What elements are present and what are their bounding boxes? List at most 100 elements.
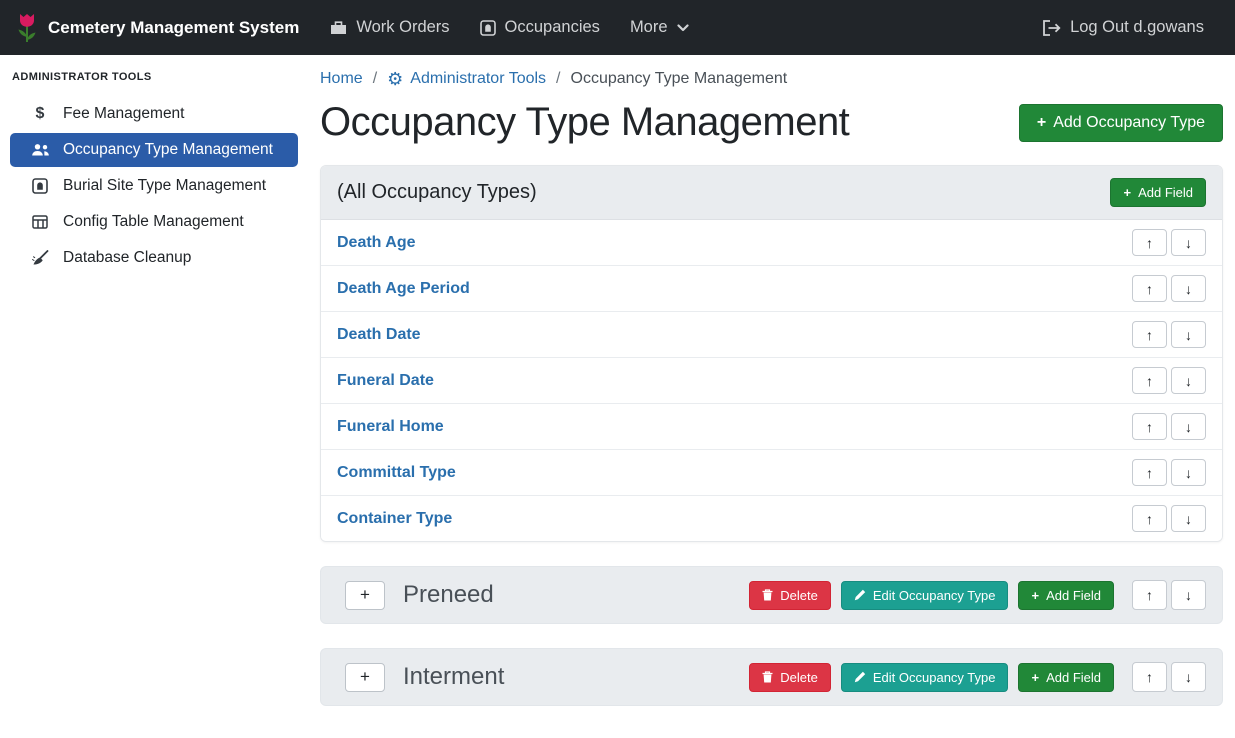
breadcrumb-admin-tools[interactable]: ⚙ Administrator Tools bbox=[387, 70, 546, 88]
field-link[interactable]: Death Date bbox=[337, 326, 421, 344]
move-down-button[interactable]: ↓ bbox=[1171, 580, 1206, 610]
chevron-down-icon bbox=[677, 24, 689, 32]
reorder-controls: ↑ ↓ bbox=[1132, 229, 1206, 256]
occupancy-type-title: Interment bbox=[403, 663, 504, 691]
add-occupancy-type-button[interactable]: + Add Occupancy Type bbox=[1019, 104, 1223, 142]
move-up-button[interactable]: ↑ bbox=[1132, 367, 1167, 394]
top-navbar: Cemetery Management System Work Orders O… bbox=[0, 0, 1235, 55]
move-down-button[interactable]: ↓ bbox=[1171, 367, 1206, 394]
add-field-button[interactable]: + Add Field bbox=[1018, 581, 1114, 610]
reorder-controls: ↑ ↓ bbox=[1132, 275, 1206, 302]
add-field-label: Add Field bbox=[1046, 670, 1101, 685]
sidebar-item-config-table-management[interactable]: Config Table Management bbox=[10, 205, 298, 239]
logout-icon bbox=[1042, 20, 1061, 36]
all-occupancy-types-card: (All Occupancy Types) + Add Field Death … bbox=[320, 165, 1223, 542]
card-title: (All Occupancy Types) bbox=[337, 181, 537, 204]
expand-button[interactable]: + bbox=[345, 581, 385, 610]
reorder-controls: ↑ ↓ bbox=[1132, 662, 1206, 692]
tulip-logo-icon bbox=[16, 13, 38, 43]
move-up-button[interactable]: ↑ bbox=[1132, 321, 1167, 348]
sidebar-item-occupancy-type-management[interactable]: Occupancy Type Management bbox=[10, 133, 298, 167]
breadcrumb-separator: / bbox=[373, 70, 377, 88]
move-up-button[interactable]: ↑ bbox=[1132, 413, 1167, 440]
broom-icon bbox=[28, 250, 52, 266]
field-link[interactable]: Death Age Period bbox=[337, 280, 470, 298]
edit-label: Edit Occupancy Type bbox=[873, 588, 996, 603]
field-link[interactable]: Funeral Date bbox=[337, 372, 434, 390]
logout-link[interactable]: Log Out d.gowans bbox=[1027, 10, 1219, 45]
reorder-controls: ↑ ↓ bbox=[1132, 367, 1206, 394]
field-row: Funeral Date ↑ ↓ bbox=[321, 358, 1222, 404]
sidebar-item-label: Database Cleanup bbox=[63, 249, 191, 267]
trash-icon bbox=[762, 671, 773, 683]
dollar-icon: $ bbox=[28, 105, 52, 123]
sidebar-item-database-cleanup[interactable]: Database Cleanup bbox=[10, 241, 298, 275]
nav-more[interactable]: More bbox=[615, 10, 704, 45]
add-occupancy-type-label: Add Occupancy Type bbox=[1053, 114, 1205, 132]
field-row: Death Age Period ↑ ↓ bbox=[321, 266, 1222, 312]
reorder-controls: ↑ ↓ bbox=[1132, 505, 1206, 532]
reorder-controls: ↑ ↓ bbox=[1132, 413, 1206, 440]
expand-button[interactable]: + bbox=[345, 663, 385, 692]
delete-button[interactable]: Delete bbox=[749, 663, 831, 692]
field-row: Funeral Home ↑ ↓ bbox=[321, 404, 1222, 450]
sidebar-item-label: Occupancy Type Management bbox=[63, 141, 273, 159]
move-up-button[interactable]: ↑ bbox=[1132, 275, 1167, 302]
breadcrumb-home[interactable]: Home bbox=[320, 70, 363, 88]
nav-work-orders-label: Work Orders bbox=[356, 18, 449, 37]
move-up-button[interactable]: ↑ bbox=[1132, 505, 1167, 532]
move-up-button[interactable]: ↑ bbox=[1132, 662, 1167, 692]
move-down-button[interactable]: ↓ bbox=[1171, 662, 1206, 692]
field-link[interactable]: Committal Type bbox=[337, 464, 456, 482]
move-down-button[interactable]: ↓ bbox=[1171, 275, 1206, 302]
sidebar-item-label: Fee Management bbox=[63, 105, 185, 123]
breadcrumb-admin-tools-label: Administrator Tools bbox=[410, 70, 546, 88]
edit-occupancy-type-button[interactable]: Edit Occupancy Type bbox=[841, 581, 1009, 610]
move-down-button[interactable]: ↓ bbox=[1171, 229, 1206, 256]
delete-button[interactable]: Delete bbox=[749, 581, 831, 610]
field-link[interactable]: Death Age bbox=[337, 234, 416, 252]
add-field-button[interactable]: + Add Field bbox=[1110, 178, 1206, 207]
sidebar-item-burial-site-type-management[interactable]: Burial Site Type Management bbox=[10, 169, 298, 203]
occupancies-icon bbox=[480, 20, 496, 36]
users-icon bbox=[28, 143, 52, 157]
app-brand[interactable]: Cemetery Management System bbox=[16, 13, 299, 43]
page-header: Occupancy Type Management + Add Occupanc… bbox=[320, 100, 1223, 145]
field-row: Container Type ↑ ↓ bbox=[321, 496, 1222, 541]
nav-occupancies[interactable]: Occupancies bbox=[465, 10, 615, 45]
edit-label: Edit Occupancy Type bbox=[873, 670, 996, 685]
move-up-button[interactable]: ↑ bbox=[1132, 580, 1167, 610]
sidebar-heading: Administrator Tools bbox=[0, 59, 308, 95]
table-icon bbox=[28, 215, 52, 229]
occupancy-type-section-interment: + Interment Delete Edit Occupancy Type bbox=[320, 648, 1223, 706]
move-up-button[interactable]: ↑ bbox=[1132, 229, 1167, 256]
plus-icon: + bbox=[1037, 114, 1046, 132]
nav-occupancies-label: Occupancies bbox=[505, 18, 600, 37]
move-down-button[interactable]: ↓ bbox=[1171, 505, 1206, 532]
page-title: Occupancy Type Management bbox=[320, 100, 849, 145]
section-actions: Delete Edit Occupancy Type + Add Field ↑… bbox=[749, 580, 1206, 610]
nav-work-orders[interactable]: Work Orders bbox=[315, 10, 464, 45]
reorder-controls: ↑ ↓ bbox=[1132, 321, 1206, 348]
edit-occupancy-type-button[interactable]: Edit Occupancy Type bbox=[841, 663, 1009, 692]
move-up-button[interactable]: ↑ bbox=[1132, 459, 1167, 486]
field-link[interactable]: Container Type bbox=[337, 510, 452, 528]
nav-more-label: More bbox=[630, 18, 668, 37]
breadcrumb-current: Occupancy Type Management bbox=[571, 70, 788, 88]
card-header: (All Occupancy Types) + Add Field bbox=[321, 166, 1222, 220]
delete-label: Delete bbox=[780, 670, 818, 685]
work-orders-icon bbox=[330, 20, 347, 35]
add-field-button[interactable]: + Add Field bbox=[1018, 663, 1114, 692]
sidebar-item-label: Burial Site Type Management bbox=[63, 177, 266, 195]
logout-label: Log Out d.gowans bbox=[1070, 18, 1204, 37]
field-row: Death Date ↑ ↓ bbox=[321, 312, 1222, 358]
move-down-button[interactable]: ↓ bbox=[1171, 459, 1206, 486]
reorder-controls: ↑ ↓ bbox=[1132, 459, 1206, 486]
add-field-label: Add Field bbox=[1046, 588, 1101, 603]
gear-icon: ⚙ bbox=[387, 70, 403, 88]
move-down-button[interactable]: ↓ bbox=[1171, 413, 1206, 440]
breadcrumb-separator: / bbox=[556, 70, 560, 88]
sidebar-item-fee-management[interactable]: $ Fee Management bbox=[10, 97, 298, 131]
field-link[interactable]: Funeral Home bbox=[337, 418, 444, 436]
move-down-button[interactable]: ↓ bbox=[1171, 321, 1206, 348]
